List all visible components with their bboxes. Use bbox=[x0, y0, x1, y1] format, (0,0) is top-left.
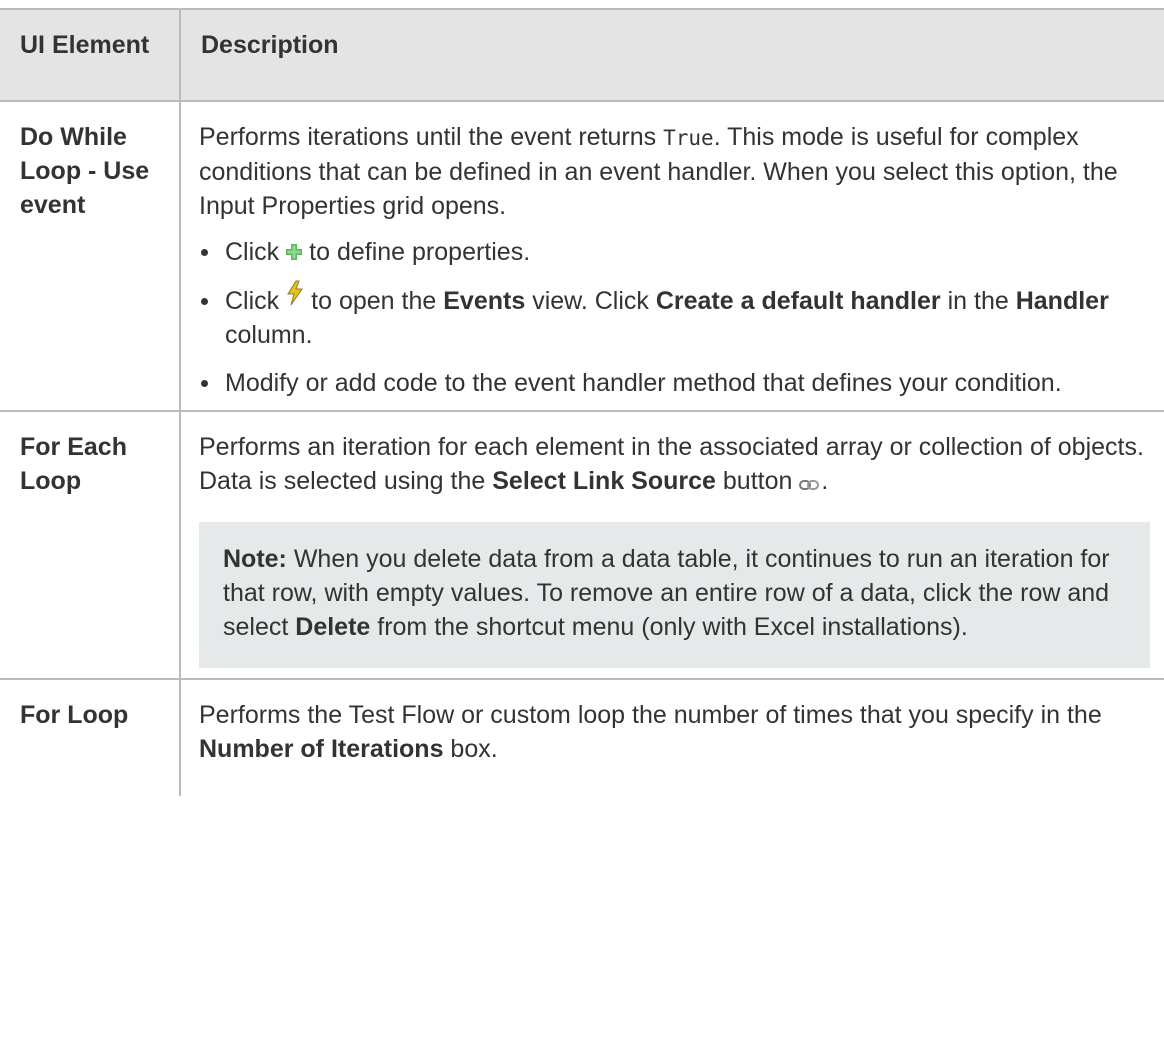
link-chain-icon bbox=[799, 466, 820, 500]
description-end: . bbox=[821, 467, 829, 496]
step-text: column. bbox=[225, 321, 313, 350]
column-header-description: Description bbox=[180, 8, 1164, 101]
table-row: For Each Loop Performs an iteration for … bbox=[0, 410, 1164, 679]
list-item: Click to open the Events view. Click Crea… bbox=[199, 280, 1150, 352]
description-cell: Performs iterations until the event retu… bbox=[180, 99, 1164, 412]
description-cell: Performs an iteration for each element i… bbox=[180, 410, 1164, 679]
description-end: box. bbox=[443, 734, 498, 763]
description-text: Performs an iteration for each element i… bbox=[199, 430, 1150, 499]
step-text: in the bbox=[947, 287, 1009, 316]
ui-element-name: Do While Loop - Use event bbox=[0, 99, 181, 412]
steps-list: Click to define properties. Click to open … bbox=[199, 235, 1150, 400]
bold-term: Create a default handler bbox=[655, 287, 941, 316]
bullet-dot bbox=[201, 249, 208, 256]
description-text: Performs the Test Flow or custom loop th… bbox=[199, 698, 1150, 766]
description-prefix: Performs iterations until the event retu… bbox=[199, 123, 664, 151]
note-label: Note: bbox=[223, 544, 287, 573]
bullet-dot bbox=[201, 298, 208, 306]
green-plus-icon bbox=[285, 236, 303, 270]
bold-term: Handler bbox=[1015, 287, 1109, 316]
step-text: Modify or add code to the event handler … bbox=[225, 369, 1062, 398]
step-text: Click bbox=[225, 287, 280, 316]
lightning-bolt-icon bbox=[285, 280, 305, 315]
list-item: Click to define properties. bbox=[199, 235, 1150, 270]
description-prefix: Performs the Test Flow or custom loop th… bbox=[199, 700, 1102, 729]
column-header-ui-element: UI Element bbox=[0, 8, 181, 101]
description-mid: button bbox=[715, 467, 800, 496]
note-box: Note: When you delete data from a data t… bbox=[199, 521, 1150, 668]
bold-term: Delete bbox=[295, 612, 371, 641]
ui-element-name: For Each Loop bbox=[0, 410, 181, 679]
table-header-row: UI Element Description bbox=[0, 8, 1164, 101]
note-text: from the shortcut menu (only with Excel … bbox=[370, 612, 968, 641]
ui-elements-table: UI Element Description Do While Loop - U… bbox=[0, 8, 1164, 796]
description-cell: Performs the Test Flow or custom loop th… bbox=[180, 677, 1164, 796]
list-item: Modify or add code to the event handler … bbox=[199, 366, 1150, 400]
table-row: For Loop Performs the Test Flow or custo… bbox=[0, 677, 1164, 796]
step-text: Click bbox=[225, 238, 280, 266]
table-row: Do While Loop - Use event Performs itera… bbox=[0, 99, 1164, 412]
description-text: Performs iterations until the event retu… bbox=[199, 120, 1150, 223]
bold-term: Select Link Source bbox=[492, 467, 716, 496]
step-text: view. Click bbox=[532, 287, 649, 316]
ui-element-name: For Loop bbox=[0, 677, 181, 796]
bold-term: Number of Iterations bbox=[199, 734, 444, 763]
code-literal: True bbox=[663, 126, 714, 150]
bold-term: Events bbox=[443, 287, 526, 316]
bullet-dot bbox=[201, 380, 208, 388]
step-text: to define properties. bbox=[309, 238, 531, 266]
step-text: to open the bbox=[311, 287, 437, 316]
